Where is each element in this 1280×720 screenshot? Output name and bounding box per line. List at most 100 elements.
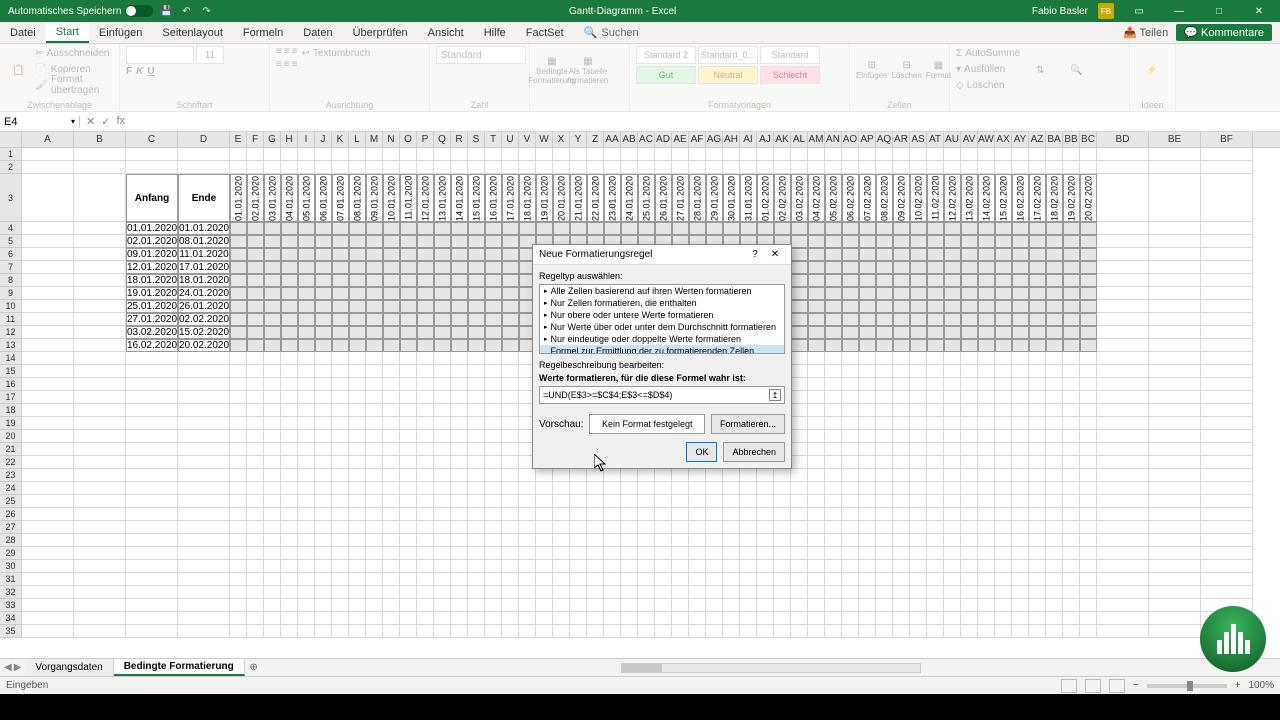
cell[interactable]: [927, 235, 944, 248]
cell[interactable]: [434, 326, 451, 339]
cell[interactable]: [961, 261, 978, 274]
cell[interactable]: [485, 248, 502, 261]
cell[interactable]: [383, 547, 400, 560]
col-header[interactable]: AK: [774, 132, 791, 147]
cell[interactable]: [842, 222, 859, 235]
select-all-corner[interactable]: [0, 132, 22, 147]
cell[interactable]: [927, 261, 944, 274]
cell[interactable]: [264, 456, 281, 469]
cell[interactable]: [417, 248, 434, 261]
cell[interactable]: [349, 148, 366, 161]
cell[interactable]: [400, 443, 417, 456]
cell[interactable]: [944, 313, 961, 326]
cell[interactable]: [22, 573, 74, 586]
row-header[interactable]: 25: [0, 495, 22, 508]
cell[interactable]: [1080, 404, 1097, 417]
cell[interactable]: [281, 534, 298, 547]
cell[interactable]: [451, 495, 468, 508]
cell[interactable]: [1080, 482, 1097, 495]
cell[interactable]: [315, 161, 332, 174]
cell[interactable]: [247, 625, 264, 638]
cell[interactable]: [417, 521, 434, 534]
cell[interactable]: [587, 599, 604, 612]
cell[interactable]: [995, 148, 1012, 161]
cell[interactable]: [349, 625, 366, 638]
cell[interactable]: [621, 482, 638, 495]
cell[interactable]: [944, 404, 961, 417]
cell[interactable]: [332, 300, 349, 313]
cell[interactable]: [859, 222, 876, 235]
rule-type-item[interactable]: ▸Nur obere oder untere Werte formatieren: [540, 309, 784, 321]
cell[interactable]: [1097, 430, 1149, 443]
cell[interactable]: [1012, 573, 1029, 586]
cell[interactable]: [1097, 443, 1149, 456]
cell[interactable]: 07.02.2020: [859, 174, 876, 222]
cell[interactable]: [502, 274, 519, 287]
cell[interactable]: [740, 612, 757, 625]
cell[interactable]: [230, 573, 247, 586]
cell[interactable]: [502, 573, 519, 586]
cell[interactable]: [178, 161, 230, 174]
row-header[interactable]: 31: [0, 573, 22, 586]
cell[interactable]: [178, 495, 230, 508]
cell[interactable]: [808, 625, 825, 638]
cell[interactable]: [400, 248, 417, 261]
insert-cells-button[interactable]: ⊞Einfügen: [856, 46, 888, 94]
cell[interactable]: 03.02.2020: [791, 174, 808, 222]
cell[interactable]: [126, 352, 178, 365]
cell[interactable]: [570, 625, 587, 638]
cell[interactable]: [1080, 261, 1097, 274]
cell[interactable]: [315, 287, 332, 300]
tab-ansicht[interactable]: Ansicht: [418, 22, 474, 43]
cell[interactable]: [485, 495, 502, 508]
cell[interactable]: [366, 534, 383, 547]
cell[interactable]: [74, 261, 126, 274]
cell[interactable]: 01.01.2020: [230, 174, 247, 222]
cell[interactable]: [791, 508, 808, 521]
cell[interactable]: [978, 365, 995, 378]
cell[interactable]: [1063, 599, 1080, 612]
col-header[interactable]: T: [485, 132, 502, 147]
cell[interactable]: [842, 430, 859, 443]
cell[interactable]: [876, 248, 893, 261]
cell[interactable]: [553, 612, 570, 625]
cell[interactable]: [825, 161, 842, 174]
cell[interactable]: [1149, 417, 1201, 430]
cell[interactable]: [468, 161, 485, 174]
cell[interactable]: [604, 534, 621, 547]
cell[interactable]: 20.02.2020: [178, 339, 230, 352]
cell[interactable]: [468, 287, 485, 300]
cell[interactable]: [332, 248, 349, 261]
cell[interactable]: [468, 300, 485, 313]
cell[interactable]: [842, 365, 859, 378]
cell[interactable]: [1149, 365, 1201, 378]
cell[interactable]: [723, 560, 740, 573]
cell[interactable]: [332, 586, 349, 599]
cell[interactable]: [587, 625, 604, 638]
cell[interactable]: [808, 599, 825, 612]
cell[interactable]: [961, 274, 978, 287]
cell[interactable]: [927, 248, 944, 261]
cell[interactable]: [1097, 365, 1149, 378]
cell[interactable]: [519, 599, 536, 612]
cell[interactable]: [247, 508, 264, 521]
cell[interactable]: [927, 222, 944, 235]
cell[interactable]: [927, 417, 944, 430]
row-header[interactable]: 24: [0, 482, 22, 495]
cell[interactable]: [1029, 378, 1046, 391]
cell[interactable]: [434, 430, 451, 443]
cell[interactable]: [536, 469, 553, 482]
cell[interactable]: [876, 573, 893, 586]
cell[interactable]: [451, 469, 468, 482]
cell[interactable]: [247, 313, 264, 326]
undo-icon[interactable]: ↶: [179, 4, 193, 18]
cell[interactable]: [1012, 495, 1029, 508]
cell[interactable]: [298, 148, 315, 161]
cell[interactable]: [349, 495, 366, 508]
cell[interactable]: [893, 378, 910, 391]
col-header[interactable]: O: [400, 132, 417, 147]
align-right-icon[interactable]: ≡: [292, 59, 298, 70]
dialog-close-icon[interactable]: ✕: [765, 249, 785, 260]
cell[interactable]: [893, 404, 910, 417]
cell[interactable]: [621, 222, 638, 235]
